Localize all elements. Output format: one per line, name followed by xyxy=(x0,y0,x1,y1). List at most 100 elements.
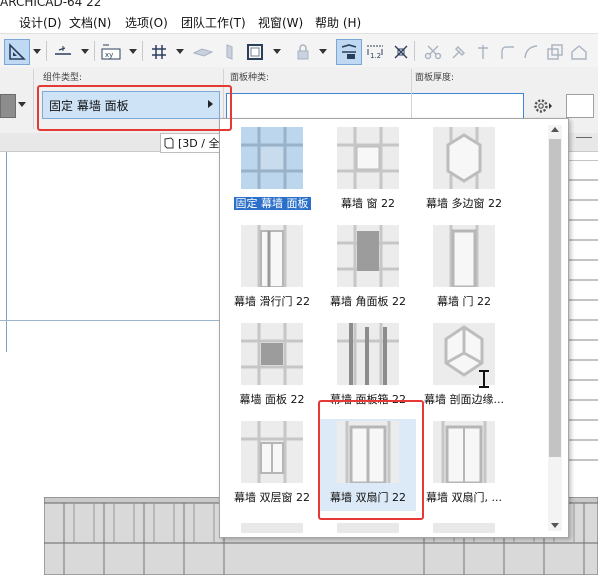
fillet-button[interactable] xyxy=(494,39,520,65)
gallery-item-partial[interactable] xyxy=(433,523,495,533)
gallery-item-label: 幕墙 剖面边缘... xyxy=(424,393,504,406)
window-title-bar: ARCHICAD-64 22 xyxy=(0,0,598,11)
fillet-icon xyxy=(501,46,514,59)
gallery-item[interactable]: 幕墙 面板 22 xyxy=(224,321,320,413)
gallery-item-partial[interactable] xyxy=(337,523,399,533)
gallery-item-label: 幕墙 面板 22 xyxy=(239,393,305,406)
menu-help[interactable]: 帮助 (H) xyxy=(315,14,361,31)
panel-name-field[interactable] xyxy=(226,93,524,119)
gallery-item[interactable]: 幕墙 角面板 22 xyxy=(320,223,416,315)
door-icon xyxy=(433,225,495,289)
duplicate-icon xyxy=(547,44,563,60)
dimension-button[interactable]: 1.2 xyxy=(362,39,388,65)
duplicate-button[interactable] xyxy=(542,39,568,65)
gallery-item-label: 幕墙 门 22 xyxy=(437,295,491,308)
gallery-item[interactable]: 幕墙 滑行门 22 xyxy=(224,223,320,315)
house-button[interactable] xyxy=(566,39,592,65)
gallery-item[interactable]: 固定 幕墙 面板 xyxy=(224,125,320,217)
scissors-button[interactable] xyxy=(420,39,446,65)
house-icon xyxy=(571,45,587,60)
xy-coordinate-button[interactable]: xy xyxy=(98,39,124,65)
scroll-thumb[interactable] xyxy=(549,139,561,457)
xy-coordinate-icon: xy xyxy=(101,44,121,60)
adjust-icon xyxy=(452,46,465,59)
popup-scrollbar[interactable] xyxy=(548,125,562,531)
window-title: ARCHICAD-64 22 xyxy=(0,0,102,9)
panel-icon xyxy=(241,323,303,385)
gallery-item[interactable]: 幕墙 门 22 xyxy=(416,223,512,315)
gear-icon xyxy=(534,99,552,113)
geometry-method-dropdown[interactable] xyxy=(32,39,42,63)
panel-type-label: 面板种类: xyxy=(230,73,270,83)
scroll-up-arrow-icon[interactable] xyxy=(551,127,559,132)
wall-button[interactable] xyxy=(216,39,242,65)
panel-thickness-label: 面板厚度: xyxy=(415,73,455,83)
plan-canvas-line xyxy=(0,320,220,321)
gallery-item[interactable]: 幕墙 双层窗 22 xyxy=(224,419,320,511)
curtain-wall-edit-button[interactable] xyxy=(336,39,362,65)
intersect-icon xyxy=(394,45,408,59)
grid-snap-dropdown[interactable] xyxy=(175,39,185,63)
triangle-ruler-icon xyxy=(9,43,26,60)
gallery-item-label: 幕墙 窗 22 xyxy=(341,197,395,210)
gallery-item-partial[interactable] xyxy=(241,523,303,533)
intersect-button[interactable] xyxy=(388,39,414,65)
geometry-method-button[interactable] xyxy=(4,39,30,65)
gallery-item-label: 幕墙 多边窗 22 xyxy=(426,197,502,210)
wall-icon xyxy=(226,44,233,60)
adjust-button[interactable] xyxy=(446,39,472,65)
text-cursor-icon xyxy=(477,370,491,388)
menu-design[interactable]: 设计(D) xyxy=(19,14,62,31)
lock-dropdown[interactable] xyxy=(318,39,328,63)
svg-text:xy: xy xyxy=(105,51,113,59)
offset-button[interactable] xyxy=(50,39,76,65)
toolbar: xy 1.2 xyxy=(0,33,598,69)
offset-icon xyxy=(55,46,71,55)
right-canvas-lines xyxy=(566,159,598,500)
gallery-item[interactable]: 幕墙 剖面边缘... xyxy=(416,321,512,413)
curve-icon xyxy=(524,45,538,59)
split-icon xyxy=(478,45,488,59)
menu-teamwork[interactable]: 团队工作(T) xyxy=(181,14,246,31)
frame-icon xyxy=(247,44,263,60)
settings-button[interactable] xyxy=(528,95,558,117)
pen-color-swatch[interactable] xyxy=(0,94,16,118)
gallery-item[interactable]: 幕墙 双扇门, ... xyxy=(416,419,512,511)
window-icon xyxy=(337,127,399,189)
curve-button[interactable] xyxy=(518,39,544,65)
panel-thickness-field[interactable] xyxy=(566,94,594,118)
frame-button[interactable] xyxy=(242,39,268,65)
fixed-panel-icon xyxy=(241,127,303,189)
polygon-window-icon xyxy=(433,127,495,189)
menu-bar: 设计(D) 文档(N) 选项(O) 团队工作(T) 视窗(W) 帮助 (H) xyxy=(0,11,598,33)
slab-button[interactable] xyxy=(190,39,216,65)
minimize-icon[interactable] xyxy=(576,137,592,138)
highlight-double-door xyxy=(318,400,424,520)
member-type-label: 组件类型: xyxy=(43,73,83,83)
menu-options[interactable]: 选项(O) xyxy=(125,14,168,31)
lock-button[interactable] xyxy=(290,39,316,65)
gallery-item[interactable]: 幕墙 窗 22 xyxy=(320,125,416,217)
sliding-door-icon xyxy=(241,225,303,288)
double-window-icon xyxy=(241,421,303,483)
dimension-icon: 1.2 xyxy=(367,45,383,60)
xy-coordinate-dropdown[interactable] xyxy=(128,39,138,63)
3d-window-icon xyxy=(164,137,174,149)
gallery-item-label: 幕墙 双层窗 22 xyxy=(234,491,310,504)
scroll-down-arrow-icon[interactable] xyxy=(551,523,559,528)
pen-color-dropdown[interactable] xyxy=(18,102,26,107)
split-button[interactable] xyxy=(470,39,496,65)
corner-panel-icon xyxy=(337,225,399,287)
lock-icon xyxy=(297,44,309,60)
menu-window[interactable]: 视窗(W) xyxy=(258,14,303,31)
gallery-item-label: 幕墙 角面板 22 xyxy=(330,295,406,308)
grid-snap-button[interactable] xyxy=(146,39,172,65)
double-door-2-icon xyxy=(433,421,495,485)
gallery-item[interactable]: 幕墙 多边窗 22 xyxy=(416,125,512,217)
gallery-item-label: 固定 幕墙 面板 xyxy=(233,197,311,210)
curtain-wall-edit-icon xyxy=(341,44,357,59)
offset-dropdown[interactable] xyxy=(80,39,90,63)
menu-document[interactable]: 文档(N) xyxy=(69,14,111,31)
frame-dropdown[interactable] xyxy=(272,39,282,63)
gallery-item-label: 幕墙 双扇门, ... xyxy=(426,491,502,504)
